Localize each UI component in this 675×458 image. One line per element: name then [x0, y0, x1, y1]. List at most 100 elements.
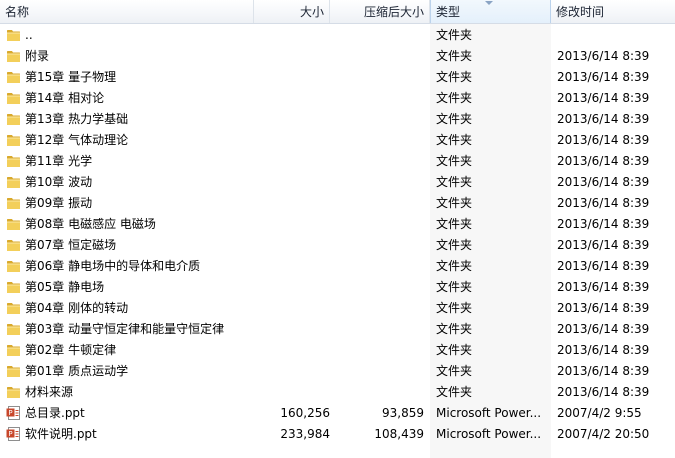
cell-compressed-size: [330, 339, 424, 360]
cell-name: 第12章 气体动理论: [0, 129, 254, 150]
cell-modified: 2013/6/14 8:39: [557, 364, 650, 378]
sort-arrow-icon: [485, 1, 493, 5]
item-name: 第15章 量子物理: [25, 70, 117, 84]
column-header-type[interactable]: 类型: [430, 0, 551, 23]
list-item[interactable]: 第14章 相对论 文件夹 2013/6/14 8:39: [0, 87, 675, 108]
cell-name: 第08章 电磁感应 电磁场: [0, 213, 254, 234]
column-header-compressed-size[interactable]: 压缩后大小: [330, 0, 430, 23]
list-item[interactable]: 附录 文件夹 2013/6/14 8:39: [0, 45, 675, 66]
list-item[interactable]: P 总目录.ppt 160,256 93,859 Microsoft Power... 2…: [0, 402, 675, 423]
cell-type: 文件夹: [436, 238, 473, 252]
cell-type: 文件夹: [436, 49, 473, 63]
cell-modified: 2013/6/14 8:39: [557, 196, 650, 210]
list-item[interactable]: 第03章 动量守恒定律和能量守恒定律 文件夹 2013/6/14 8:39: [0, 318, 675, 339]
list-item[interactable]: 第10章 波动 文件夹 2013/6/14 8:39: [0, 171, 675, 192]
folder-icon: [6, 321, 21, 335]
cell-size: [254, 381, 330, 402]
cell-modified: 2007/4/2 9:55: [557, 406, 642, 420]
cell-size: [254, 297, 330, 318]
column-header-name-label: 名称: [5, 5, 30, 19]
cell-compressed-size: [330, 360, 424, 381]
cell-name: 第11章 光学: [0, 150, 254, 171]
cell-type: 文件夹: [436, 28, 473, 42]
cell-name: P 总目录.ppt: [0, 402, 254, 423]
list-item[interactable]: 第11章 光学 文件夹 2013/6/14 8:39: [0, 150, 675, 171]
cell-name: 第01章 质点运动学: [0, 360, 254, 381]
item-name: ..: [25, 28, 33, 42]
cell-size: [254, 66, 330, 87]
cell-type: 文件夹: [436, 217, 473, 231]
list-item[interactable]: .. 文件夹: [0, 24, 675, 45]
list-item[interactable]: 第13章 热力学基础 文件夹 2013/6/14 8:39: [0, 108, 675, 129]
item-name: 附录: [25, 49, 50, 63]
list-item[interactable]: 材料来源 文件夹 2013/6/14 8:39: [0, 381, 675, 402]
cell-compressed-size: [330, 108, 424, 129]
item-name: 总目录.ppt: [25, 406, 85, 420]
cell-modified: 2013/6/14 8:39: [557, 112, 650, 126]
cell-size: [254, 255, 330, 276]
list-item[interactable]: 第05章 静电场 文件夹 2013/6/14 8:39: [0, 276, 675, 297]
cell-type: 文件夹: [436, 133, 473, 147]
cell-name: 第10章 波动: [0, 171, 254, 192]
list-item[interactable]: 第06章 静电场中的导体和电介质 文件夹 2013/6/14 8:39: [0, 255, 675, 276]
cell-compressed-size: [330, 45, 424, 66]
list-item[interactable]: 第01章 质点运动学 文件夹 2013/6/14 8:39: [0, 360, 675, 381]
cell-size: [254, 150, 330, 171]
list-item[interactable]: 第09章 振动 文件夹 2013/6/14 8:39: [0, 192, 675, 213]
folder-icon: [6, 132, 21, 146]
folder-icon: [6, 111, 21, 125]
item-name: 第14章 相对论: [25, 91, 105, 105]
column-header-type-label: 类型: [436, 5, 461, 19]
cell-modified: 2007/4/2 20:50: [557, 427, 650, 441]
cell-size: [254, 129, 330, 150]
cell-name: ..: [0, 24, 254, 45]
column-header-bar: 名称 大小 压缩后大小 类型 修改时间: [0, 0, 675, 24]
list-item[interactable]: 第07章 恒定磁场 文件夹 2013/6/14 8:39: [0, 234, 675, 255]
cell-name: 第15章 量子物理: [0, 66, 254, 87]
cell-compressed-size: 108,439: [374, 427, 424, 441]
folder-icon: [6, 342, 21, 356]
cell-name: 第14章 相对论: [0, 87, 254, 108]
list-item[interactable]: 第15章 量子物理 文件夹 2013/6/14 8:39: [0, 66, 675, 87]
cell-type: Microsoft Power...: [436, 427, 542, 441]
cell-compressed-size: [330, 276, 424, 297]
list-item[interactable]: 第08章 电磁感应 电磁场 文件夹 2013/6/14 8:39: [0, 213, 675, 234]
item-name: 第06章 静电场中的导体和电介质: [25, 259, 201, 273]
column-header-size[interactable]: 大小: [254, 0, 330, 23]
column-header-name[interactable]: 名称: [0, 0, 254, 23]
list-item[interactable]: P 软件说明.ppt 233,984 108,439 Microsoft Power..…: [0, 423, 675, 444]
cell-size: [254, 171, 330, 192]
cell-modified: 2013/6/14 8:39: [557, 322, 650, 336]
cell-name: 第04章 刚体的转动: [0, 297, 254, 318]
cell-size: 233,984: [280, 427, 330, 441]
column-header-modified[interactable]: 修改时间: [551, 0, 675, 23]
cell-compressed-size: [330, 297, 424, 318]
cell-type: 文件夹: [436, 175, 473, 189]
cell-size: [254, 276, 330, 297]
folder-icon: [6, 384, 21, 398]
list-item[interactable]: 第02章 牛顿定律 文件夹 2013/6/14 8:39: [0, 339, 675, 360]
list-item[interactable]: 第12章 气体动理论 文件夹 2013/6/14 8:39: [0, 129, 675, 150]
folder-icon: [6, 237, 21, 251]
cell-type: 文件夹: [436, 154, 473, 168]
cell-modified: 2013/6/14 8:39: [557, 91, 650, 105]
cell-size: [254, 45, 330, 66]
cell-modified: 2013/6/14 8:39: [557, 301, 650, 315]
list-item[interactable]: 第04章 刚体的转动 文件夹 2013/6/14 8:39: [0, 297, 675, 318]
cell-compressed-size: [330, 381, 424, 402]
cell-compressed-size: [330, 255, 424, 276]
cell-type: 文件夹: [436, 322, 473, 336]
cell-type: 文件夹: [436, 259, 473, 273]
cell-modified: 2013/6/14 8:39: [557, 259, 650, 273]
folder-icon: [6, 195, 21, 209]
cell-name: 第02章 牛顿定律: [0, 339, 254, 360]
svg-text:P: P: [8, 409, 12, 417]
cell-modified: [557, 24, 675, 45]
cell-size: [254, 213, 330, 234]
folder-icon: [6, 258, 21, 272]
cell-type: 文件夹: [436, 280, 473, 294]
cell-type: 文件夹: [436, 196, 473, 210]
cell-size: [254, 234, 330, 255]
column-header-compressed-label: 压缩后大小: [363, 5, 424, 19]
cell-compressed-size: [330, 87, 424, 108]
